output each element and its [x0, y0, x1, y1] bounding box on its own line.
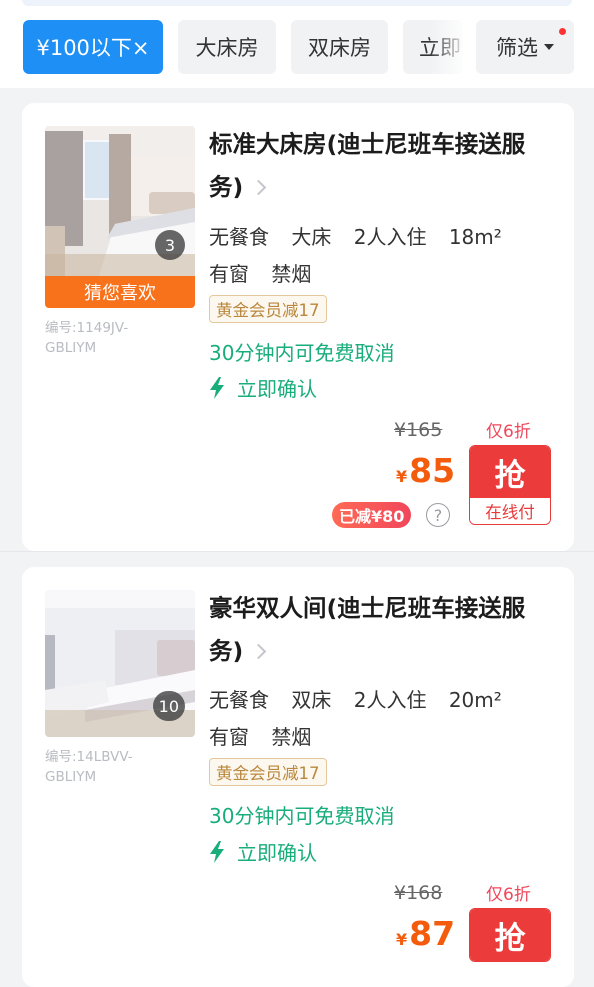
area-info: 18m²	[448, 225, 502, 249]
card-separator	[0, 551, 594, 552]
filter-label: 筛选	[496, 36, 538, 60]
room-photo[interactable]: 3 猜您喜欢	[45, 126, 195, 308]
room-card[interactable]: 10 编号:14LBVV-GBLIYM 豪华双人间(迪士尼班车接送服务) 无餐食…	[22, 567, 574, 987]
reduced-amount-badge: 已减¥80	[332, 502, 412, 528]
instant-confirm: 立即确认	[209, 373, 317, 402]
meal-info: 无餐食	[209, 225, 269, 249]
discount-label: 仅6折	[486, 422, 531, 442]
room-specs: 无餐食 双床 2人入住 20m²	[209, 684, 518, 713]
discount-label: 仅6折	[486, 885, 531, 905]
sale-price: ¥85	[396, 451, 455, 490]
guest-info: 2人入住	[353, 688, 427, 712]
room-title[interactable]: 标准大床房(迪士尼班车接送服务)	[209, 123, 549, 209]
room-specs: 无餐食 大床 2人入住 18m²	[209, 221, 518, 250]
lightning-bolt-icon	[210, 840, 224, 863]
original-price: ¥168	[394, 882, 443, 904]
instant-confirm-text: 立即确认	[237, 377, 317, 401]
guest-info: 2人入住	[353, 225, 427, 249]
smoke-info: 禁烟	[271, 725, 312, 749]
book-button[interactable]: 抢 在线付	[469, 445, 551, 525]
bed-info: 大床	[291, 225, 332, 249]
filter-chip-king-bed[interactable]: 大床房	[178, 20, 276, 74]
room-photo[interactable]: 10	[45, 590, 195, 737]
room-features: 有窗 禁烟	[209, 721, 327, 750]
room-code: 编号:1149JV-GBLIYM	[45, 320, 129, 356]
sale-price-value: 87	[409, 914, 456, 953]
room-card[interactable]: 3 猜您喜欢 编号:1149JV-GBLIYM 标准大床房(迪士尼班车接送服务)…	[22, 103, 574, 551]
lightning-bolt-icon	[210, 376, 224, 399]
book-button[interactable]: 抢	[469, 908, 551, 962]
filter-button[interactable]: 筛选	[476, 20, 574, 74]
top-strip	[0, 0, 594, 14]
room-title[interactable]: 豪华双人间(迪士尼班车接送服务)	[209, 587, 549, 673]
currency-symbol: ¥	[396, 930, 408, 949]
smoke-info: 禁烟	[271, 262, 312, 286]
instant-confirm: 立即确认	[209, 837, 317, 866]
bed-info: 双床	[291, 688, 332, 712]
meal-info: 无餐食	[209, 688, 269, 712]
room-code: 编号:14LBVV-GBLIYM	[45, 749, 133, 785]
grab-label: 抢	[470, 446, 550, 498]
chevron-right-icon	[250, 643, 267, 660]
window-info: 有窗	[209, 725, 249, 749]
grab-label: 抢	[470, 909, 550, 961]
original-price: ¥165	[394, 419, 443, 441]
photo-count-badge: 3	[155, 230, 185, 260]
member-discount-badge: 黄金会员减17	[209, 758, 327, 786]
question-circle-icon[interactable]: ?	[426, 503, 450, 527]
recommend-tag: 猜您喜欢	[45, 276, 195, 308]
chevron-right-icon	[250, 179, 267, 196]
filter-bar: ¥100以下× 大床房 双床房 立即 筛选	[0, 14, 594, 88]
sale-price-value: 85	[409, 451, 456, 490]
currency-symbol: ¥	[396, 467, 408, 486]
free-cancel-text: 30分钟内可免费取消	[209, 341, 395, 365]
filter-chip-twin-bed[interactable]: 双床房	[291, 20, 388, 74]
caret-down-icon	[544, 44, 554, 50]
window-info: 有窗	[209, 262, 249, 286]
free-cancel-text: 30分钟内可免费取消	[209, 804, 395, 828]
sale-price: ¥87	[396, 914, 455, 953]
member-discount-badge: 黄金会员减17	[209, 295, 327, 323]
filter-chip-under-100[interactable]: ¥100以下×	[23, 20, 163, 74]
area-info: 20m²	[448, 688, 502, 712]
pay-online-label: 在线付	[470, 498, 550, 524]
instant-confirm-text: 立即确认	[237, 841, 317, 865]
photo-count-badge: 10	[152, 691, 185, 721]
room-features: 有窗 禁烟	[209, 258, 327, 287]
notification-dot	[559, 28, 566, 35]
